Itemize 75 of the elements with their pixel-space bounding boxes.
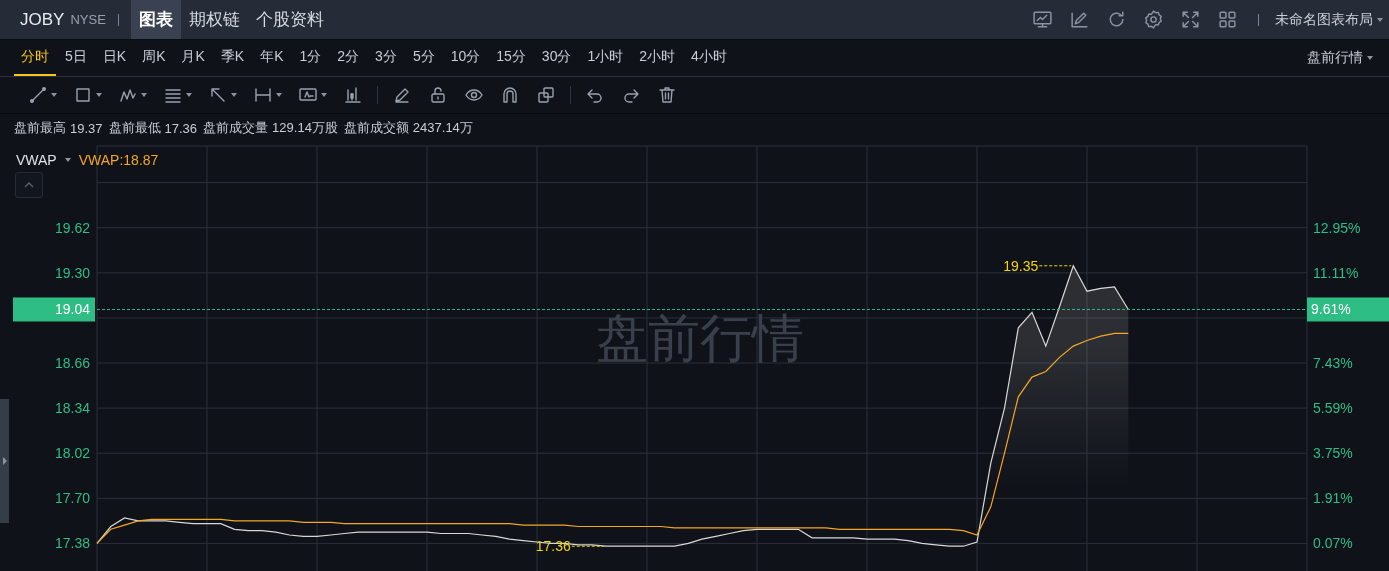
exchange-label: NYSE bbox=[70, 12, 106, 27]
timeframe-tab[interactable]: 10分 bbox=[443, 40, 488, 76]
stat-label: 盘前最高 bbox=[14, 119, 66, 137]
stat-label: 盘前最低 bbox=[108, 119, 161, 137]
timeframe-tab[interactable]: 2分 bbox=[330, 40, 367, 76]
magnet-icon bbox=[500, 85, 520, 105]
timeframe-tab[interactable]: 15分 bbox=[489, 40, 533, 76]
caret-icon bbox=[276, 93, 282, 97]
timeframe-tab[interactable]: 年K bbox=[253, 40, 291, 76]
edit-icon bbox=[1069, 9, 1090, 30]
indicator-value: VWAP:18.87 bbox=[78, 152, 159, 168]
timeframe-tab[interactable]: 30分 bbox=[534, 40, 579, 76]
current-change-badge: 9.61% bbox=[1307, 297, 1389, 322]
percent-axis-label: 3.75% bbox=[1313, 445, 1353, 462]
percent-axis-label: 1.91% bbox=[1313, 490, 1353, 507]
current-price-badge: 19.04 bbox=[13, 297, 95, 322]
price-axis-label: 19.30 bbox=[54, 264, 90, 281]
price-axis-label: 18.02 bbox=[54, 445, 90, 462]
stat-value: 2437.14万 bbox=[412, 119, 473, 137]
price-axis-label: 17.38 bbox=[54, 535, 90, 552]
side-panel-handle[interactable] bbox=[0, 399, 9, 523]
timeframe-tab[interactable]: 1分 bbox=[292, 40, 329, 76]
layout-dropdown[interactable]: 未命名图表布局 bbox=[1271, 10, 1389, 29]
ref-line-label: 19.04 bbox=[54, 301, 91, 318]
timeframe-tab[interactable]: 1小时 bbox=[580, 40, 631, 76]
timeframe-tab[interactable]: 季K bbox=[213, 40, 252, 76]
grid-icon bbox=[1217, 9, 1238, 30]
stat-label: 盘前成交额 bbox=[343, 119, 409, 137]
timeframe-tab[interactable]: 3分 bbox=[368, 40, 404, 76]
candlestick-icon bbox=[343, 85, 363, 105]
indicator-name: VWAP bbox=[16, 152, 57, 168]
chevron-up-icon bbox=[24, 182, 34, 188]
percent-axis-label: 5.59% bbox=[1313, 400, 1353, 417]
nav-tab[interactable]: 个股资料 bbox=[247, 0, 332, 39]
percent-axis-label: 7.43% bbox=[1313, 355, 1353, 371]
price-axis-label: 17.70 bbox=[54, 490, 90, 507]
nav-tab[interactable]: 期权链 bbox=[180, 0, 248, 39]
price-axis-label: 19.62 bbox=[54, 219, 90, 236]
rectangle-icon bbox=[73, 85, 93, 105]
timeframe-tab[interactable]: 月K bbox=[174, 40, 212, 76]
unlock-icon bbox=[428, 85, 448, 105]
stat-label: 盘前成交量 bbox=[203, 119, 269, 137]
settings-icon bbox=[1143, 9, 1164, 30]
percent-axis-label: 0.07% bbox=[1313, 535, 1353, 552]
timeframe-tab[interactable]: 5分 bbox=[405, 40, 442, 76]
caret-icon bbox=[141, 93, 147, 97]
caret-icon bbox=[96, 93, 102, 97]
timeframe-tab[interactable]: 周K bbox=[135, 40, 173, 76]
ticker-symbol: JOBY bbox=[20, 9, 65, 30]
stat-value: 19.37 bbox=[70, 120, 103, 136]
timeframe-tab[interactable]: 4小时 bbox=[684, 40, 734, 76]
caret-icon bbox=[51, 93, 57, 97]
fullscreen-icon bbox=[1180, 9, 1201, 30]
timeframe-tab[interactable]: 分时 bbox=[14, 40, 56, 76]
percent-axis-label: 12.95% bbox=[1313, 219, 1361, 236]
chart-monitor-icon bbox=[1032, 9, 1053, 30]
measure-icon bbox=[253, 85, 273, 105]
caret-icon bbox=[321, 93, 327, 97]
trash-icon bbox=[657, 85, 677, 105]
timeframe-tab[interactable]: 2小时 bbox=[632, 40, 683, 76]
price-axis-label: 18.34 bbox=[54, 400, 90, 417]
caret-icon bbox=[186, 93, 192, 97]
stat-value: 129.14万股 bbox=[272, 119, 338, 137]
price-axis-label: 18.66 bbox=[54, 355, 90, 371]
layers-icon bbox=[536, 85, 556, 105]
percent-axis-label: 11.11% bbox=[1313, 264, 1359, 281]
timeframe-tab[interactable]: 日K bbox=[95, 40, 134, 76]
caret-icon[interactable] bbox=[64, 158, 71, 162]
session-dropdown[interactable]: 盘前行情 bbox=[1303, 49, 1379, 67]
timeframe-tab[interactable]: 5日 bbox=[58, 40, 94, 76]
line-tool-icon bbox=[28, 85, 48, 105]
caret-icon bbox=[231, 93, 237, 97]
refresh-icon bbox=[1106, 9, 1127, 30]
stat-value: 17.36 bbox=[164, 120, 198, 136]
nav-tab[interactable]: 图表 bbox=[130, 0, 181, 39]
